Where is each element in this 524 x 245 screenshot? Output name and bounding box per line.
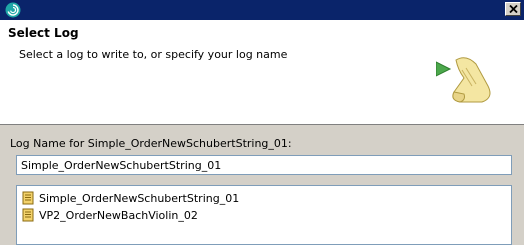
list-item-label: Simple_OrderNewSchubertString_01: [39, 191, 240, 205]
title-bar[interactable]: [0, 0, 524, 20]
close-button[interactable]: [505, 2, 521, 16]
scroll-arrow-icon: [435, 56, 496, 109]
close-icon: [509, 5, 518, 13]
list-item-label: VP2_OrderNewBachViolin_02: [39, 208, 198, 222]
log-name-input[interactable]: [16, 155, 512, 175]
log-file-icon: [21, 191, 35, 205]
wizard-header: Select Log Select a log to write to, or …: [0, 20, 524, 125]
log-list[interactable]: Simple_OrderNewSchubertString_01 VP2_Ord…: [16, 185, 512, 245]
form-area: Log Name for Simple_OrderNewSchubertStri…: [0, 125, 524, 245]
list-item[interactable]: VP2_OrderNewBachViolin_02: [21, 207, 198, 223]
log-name-label: Log Name for Simple_OrderNewSchubertStri…: [10, 137, 292, 150]
log-file-icon: [21, 208, 35, 222]
list-item[interactable]: Simple_OrderNewSchubertString_01: [21, 190, 239, 206]
app-icon: [5, 2, 21, 18]
page-description: Select a log to write to, or specify you…: [19, 48, 288, 61]
page-title: Select Log: [8, 26, 79, 40]
